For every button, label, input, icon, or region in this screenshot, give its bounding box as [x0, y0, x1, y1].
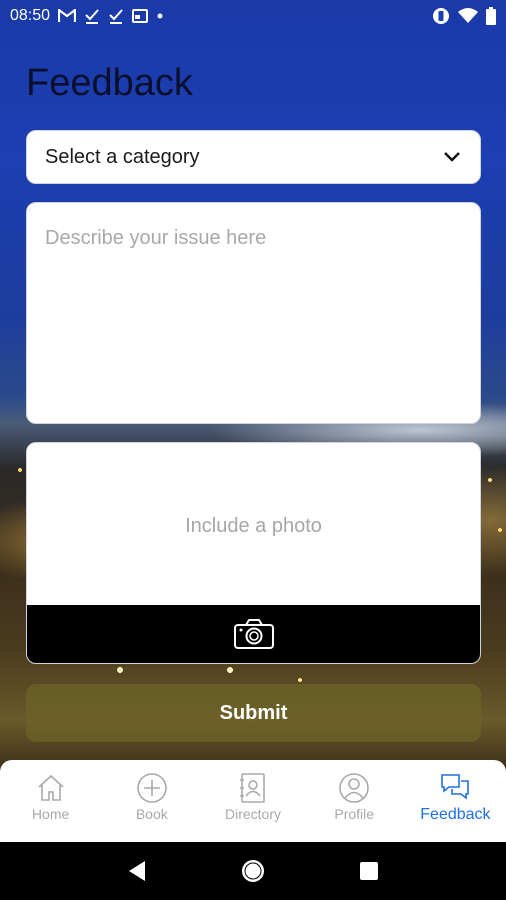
tab-feedback[interactable]: Feedback	[405, 760, 506, 842]
tab-home[interactable]: Home	[0, 760, 101, 842]
home-icon	[38, 774, 64, 801]
submit-label: Submit	[219, 701, 288, 724]
home-button-icon[interactable]	[240, 858, 266, 884]
dot-icon	[157, 13, 163, 19]
chat-bubbles-icon	[441, 774, 470, 800]
camera-bar[interactable]	[27, 605, 480, 663]
page-title: Feedback	[26, 62, 193, 104]
tab-feedback-label: Feedback	[420, 806, 491, 823]
submit-button[interactable]: Submit	[26, 684, 481, 742]
gmail-icon	[58, 9, 77, 22]
photo-upload[interactable]: Include a photo	[26, 442, 481, 664]
tab-profile-label: Profile	[334, 806, 375, 822]
battery-icon	[486, 7, 496, 25]
vibrate-icon	[433, 8, 449, 24]
notification-icons	[58, 8, 164, 24]
back-icon[interactable]	[127, 860, 147, 882]
category-select-value: Select a category	[45, 145, 200, 168]
recents-icon[interactable]	[359, 861, 379, 881]
check-download-icon	[85, 9, 99, 24]
photo-label: Include a photo	[185, 515, 322, 537]
plus-circle-icon	[136, 773, 167, 803]
camera-icon	[233, 619, 274, 649]
system-nav-bar	[0, 842, 506, 900]
calendar-icon	[132, 9, 149, 23]
tab-home-label: Home	[31, 806, 70, 822]
description-placeholder: Describe your issue here	[45, 227, 267, 249]
chevron-down-icon	[444, 152, 460, 162]
tab-directory[interactable]: Directory	[202, 760, 303, 842]
system-icons	[432, 7, 496, 25]
wifi-icon	[458, 8, 478, 23]
category-select[interactable]: Select a category	[26, 130, 481, 184]
description-input[interactable]: Describe your issue here	[26, 202, 481, 424]
tab-book[interactable]: Book	[101, 760, 202, 842]
status-time: 08:50	[10, 7, 51, 24]
tab-profile[interactable]: Profile	[304, 760, 405, 842]
contacts-book-icon	[240, 773, 265, 803]
tab-directory-label: Directory	[225, 806, 282, 822]
tab-bar: Home Book Directory Profile Feedback	[0, 760, 506, 842]
status-bar: 08:50	[0, 0, 506, 32]
check-download-icon	[109, 9, 123, 24]
user-circle-icon	[339, 773, 370, 803]
tab-book-label: Book	[135, 806, 168, 822]
